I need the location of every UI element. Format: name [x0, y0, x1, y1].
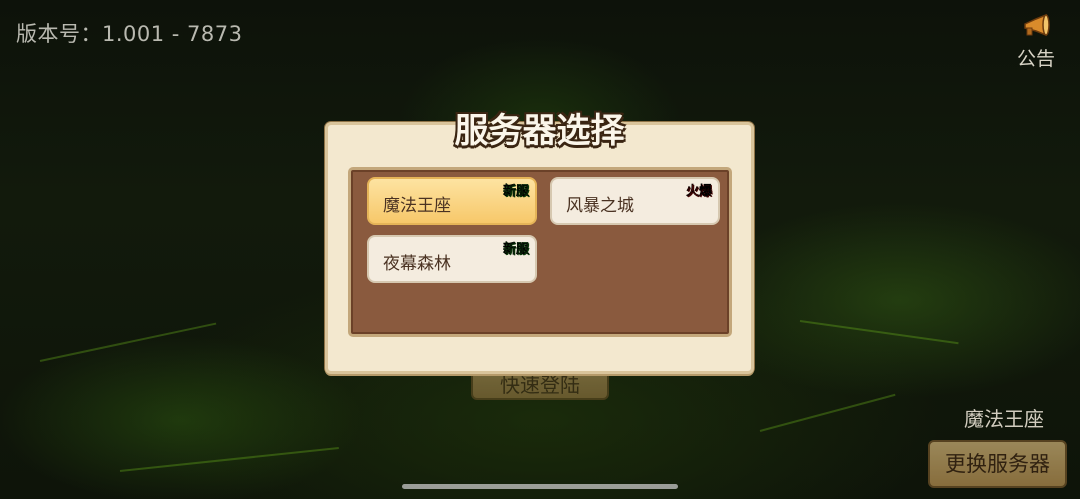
notice-button[interactable]: 公告: [1006, 14, 1066, 74]
lava-crack: [759, 393, 896, 432]
server-item-night-forest[interactable]: 夜幕森林 新服: [367, 235, 537, 283]
version-label: 版本号：1.001 - 7873: [16, 22, 243, 46]
notice-label: 公告: [1016, 48, 1055, 70]
lava-crack: [39, 322, 217, 362]
game-screen: 版本号：1.001 - 7873 公告 快速登陆 服务器选择 魔法王座 新服 风…: [0, 0, 1080, 499]
lava-crack: [119, 447, 339, 472]
current-server-label: 魔法王座: [964, 407, 1044, 431]
lava-crack: [799, 320, 959, 345]
server-badge: 火爆: [685, 184, 712, 199]
server-name: 夜幕森林: [383, 254, 451, 274]
server-select-dialog: 服务器选择 魔法王座 新服 风暴之城 火爆 夜幕森林 新服: [325, 111, 754, 374]
horn-icon: [1024, 14, 1050, 37]
server-badge: 新服: [502, 242, 529, 257]
server-badge: 新服: [502, 184, 529, 199]
server-name: 魔法王座: [383, 196, 451, 216]
dialog-title: 服务器选择: [454, 111, 625, 151]
server-item-storm-city[interactable]: 风暴之城 火爆: [550, 177, 720, 225]
server-item-magic-throne[interactable]: 魔法王座 新服: [367, 177, 537, 225]
server-list-panel: 魔法王座 新服 风暴之城 火爆 夜幕森林 新服: [348, 167, 732, 337]
server-name: 风暴之城: [566, 196, 634, 216]
change-server-button[interactable]: 更换服务器: [928, 440, 1067, 488]
home-indicator[interactable]: [402, 484, 678, 489]
